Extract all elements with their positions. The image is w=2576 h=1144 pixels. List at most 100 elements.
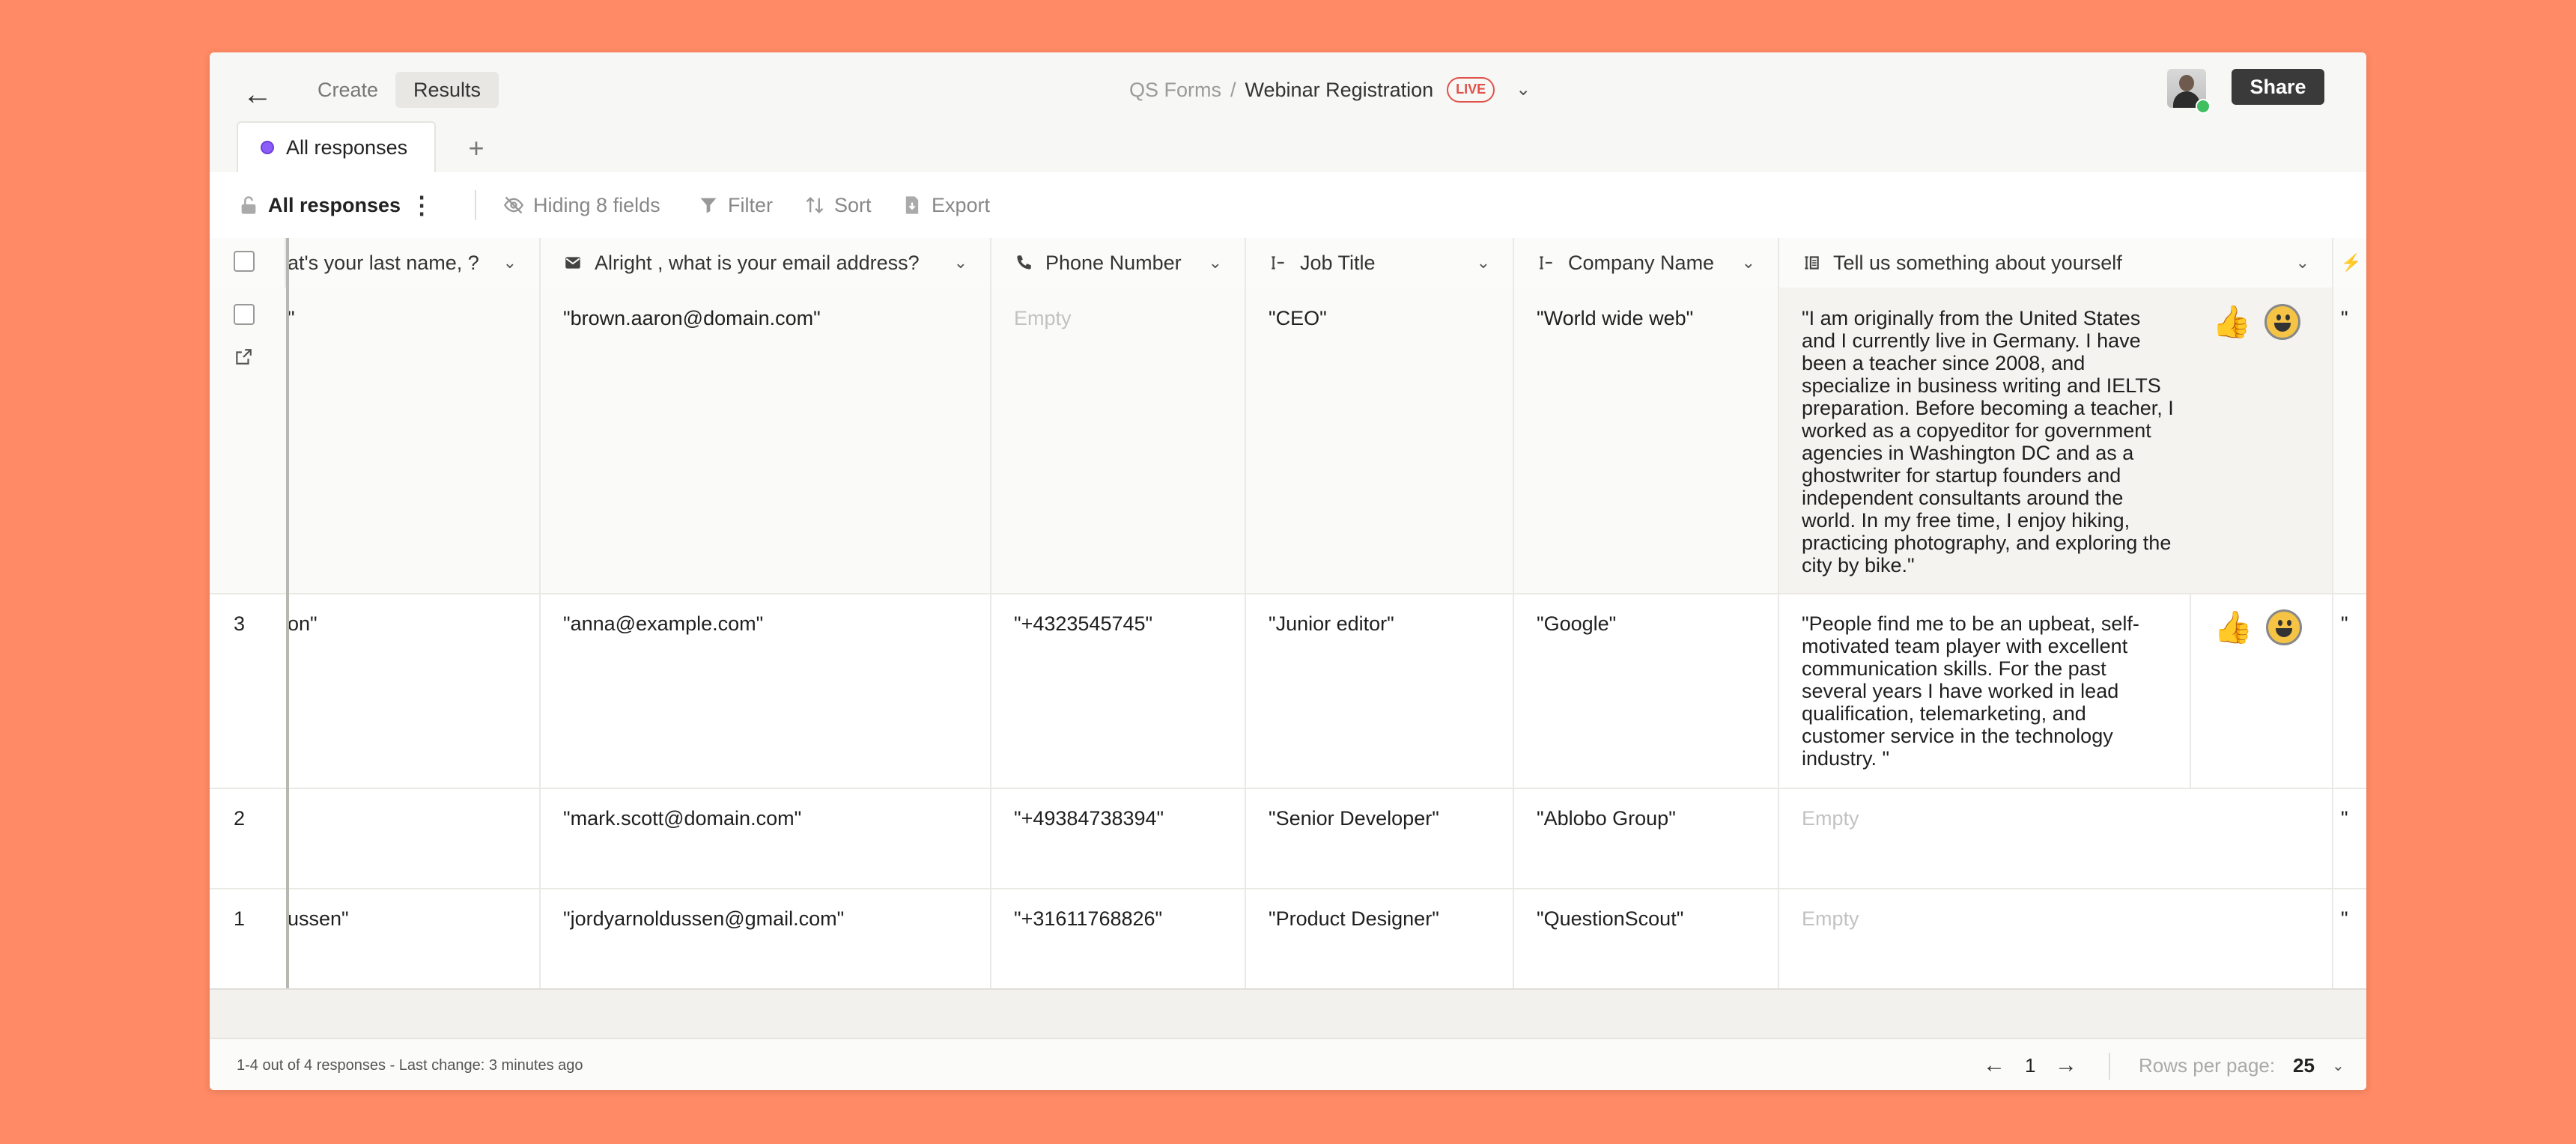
cell-last-name[interactable] <box>286 788 541 888</box>
phone-icon <box>1017 255 1031 270</box>
table-row[interactable]: " "brown.aaron@domain.com" Empty "CEO" "… <box>210 287 2366 594</box>
share-button[interactable]: Share <box>2232 69 2324 105</box>
hide-fields-button[interactable]: Hiding 8 fields <box>503 172 660 238</box>
cell-email[interactable]: "anna@example.com" <box>541 593 991 788</box>
select-all-cell <box>210 238 286 287</box>
cell-company[interactable]: "Google" <box>1514 593 1779 788</box>
thumbs-up-icon[interactable]: 👍 <box>2214 609 2253 645</box>
column-header-company[interactable]: Company Name ⌄ <box>1514 238 1779 287</box>
column-header-label: Company Name <box>1568 251 1715 274</box>
view-menu[interactable]: All responses ⋮ <box>238 172 434 238</box>
column-header-label: Job Title <box>1300 251 1376 274</box>
cell-phone[interactable]: "+31611768826" <box>991 888 1246 988</box>
chevron-down-icon[interactable]: ⌄ <box>1477 253 1490 273</box>
chevron-down-icon[interactable]: ⌄ <box>2332 1039 2345 1090</box>
cell-email[interactable]: "brown.aaron@domain.com" <box>541 287 991 593</box>
chevron-down-icon[interactable]: ⌄ <box>1742 253 1755 273</box>
table-row[interactable]: 1 ussen" "jordyarnoldussen@gmail.com" "+… <box>210 888 2366 990</box>
reaction-cell: 👍 <box>2190 287 2333 593</box>
column-header-phone[interactable]: Phone Number ⌄ <box>991 238 1246 287</box>
add-view-button[interactable]: + <box>458 130 494 166</box>
back-arrow-icon[interactable]: ← <box>235 72 280 117</box>
export-button[interactable]: Export <box>902 172 990 238</box>
sort-label: Sort <box>834 193 872 216</box>
column-header-last-name[interactable]: at's your last name, ? ⌄ <box>286 238 541 287</box>
cell-job-title[interactable]: "Senior Developer" <box>1246 788 1514 888</box>
next-page-arrow-icon[interactable]: → <box>2055 1039 2077 1090</box>
column-header-label: Alright , what is your email address? <box>595 251 920 274</box>
row-checkbox[interactable] <box>234 304 255 325</box>
cell-next[interactable]: " <box>2333 287 2366 593</box>
tab-results[interactable]: Results <box>395 72 499 108</box>
short-text-icon <box>1540 256 1552 270</box>
chevron-down-icon[interactable]: ⌄ <box>1209 253 1222 273</box>
tab-create[interactable]: Create <box>300 72 396 108</box>
live-status-badge: LIVE <box>1447 77 1495 103</box>
toolbar-divider <box>475 190 476 220</box>
cell-about[interactable]: "People find me to be an upbeat, self-mo… <box>1779 593 2190 788</box>
hiding-fields-label: Hiding 8 fields <box>533 193 660 216</box>
filter-label: Filter <box>728 193 773 216</box>
cell-company[interactable]: "Ablobo Group" <box>1514 788 1779 888</box>
cell-last-name[interactable]: ussen" <box>286 888 541 988</box>
external-link-icon[interactable] <box>234 347 253 367</box>
cell-company[interactable]: "World wide web" <box>1514 287 1779 593</box>
cell-last-name[interactable]: " <box>286 287 541 593</box>
sort-icon <box>806 197 824 213</box>
previous-page-arrow-icon[interactable]: ← <box>1983 1039 2005 1090</box>
cell-email[interactable]: "mark.scott@domain.com" <box>541 788 991 888</box>
column-header-label: Tell us something about yourself <box>1833 251 2122 274</box>
cell-about[interactable]: Empty <box>1779 888 2333 988</box>
form-title: Webinar Registration <box>1245 79 1434 101</box>
responses-table: at's your last name, ? ⌄ Alright , what … <box>210 238 2366 990</box>
cell-phone[interactable]: "+4323545745" <box>991 593 1246 788</box>
chevron-down-icon[interactable]: ⌄ <box>2296 253 2309 273</box>
table-row[interactable]: 2 "mark.scott@domain.com" "+49384738394"… <box>210 788 2366 889</box>
chevron-down-icon[interactable]: ⌄ <box>503 253 517 273</box>
export-file-icon <box>905 196 919 214</box>
cell-about[interactable]: "I am originally from the United States … <box>1779 287 2190 593</box>
column-header-label: Phone Number <box>1045 251 1182 274</box>
column-header-next[interactable]: ⚡ <box>2333 238 2366 287</box>
view-color-dot-icon <box>261 141 274 154</box>
cell-email[interactable]: "jordyarnoldussen@gmail.com" <box>541 888 991 988</box>
breadcrumb-root[interactable]: QS Forms <box>1129 72 1221 108</box>
select-all-checkbox[interactable] <box>234 251 255 272</box>
table-header-row: at's your last name, ? ⌄ Alright , what … <box>210 238 2366 289</box>
column-header-about[interactable]: Tell us something about yourself ⌄ <box>1779 238 2333 287</box>
cell-company[interactable]: "QuestionScout" <box>1514 888 1779 988</box>
column-header-job-title[interactable]: Job Title ⌄ <box>1246 238 1514 287</box>
row-number: 3 <box>234 612 246 635</box>
filter-button[interactable]: Filter <box>698 172 773 238</box>
thumbs-up-icon[interactable]: 👍 <box>2212 304 2251 340</box>
smile-emoji-icon[interactable] <box>2264 304 2300 340</box>
cell-phone[interactable]: "+49384738394" <box>991 788 1246 888</box>
app-window: ← Create Results QS Forms / Webinar Regi… <box>210 52 2366 1090</box>
rows-per-page-label: Rows per page: <box>2139 1054 2276 1077</box>
table-row[interactable]: 3 on" "anna@example.com" "+4323545745" "… <box>210 593 2366 789</box>
chevron-down-icon[interactable]: ⌄ <box>954 253 967 273</box>
kebab-menu-icon[interactable]: ⋮ <box>410 191 434 219</box>
smile-emoji-icon[interactable] <box>2266 609 2302 645</box>
cell-last-name[interactable]: on" <box>286 593 541 788</box>
chevron-down-icon[interactable]: ⌄ <box>1516 72 1531 108</box>
cell-next[interactable]: " <box>2333 788 2366 888</box>
reaction-cell: 👍 <box>2190 593 2333 788</box>
cell-job-title[interactable]: "Product Designer" <box>1246 888 1514 988</box>
cell-phone[interactable]: Empty <box>991 287 1246 593</box>
short-text-icon <box>1272 256 1284 270</box>
export-label: Export <box>932 193 991 216</box>
cell-job-title[interactable]: "CEO" <box>1246 287 1514 593</box>
frozen-column-divider[interactable] <box>286 238 289 990</box>
column-header-email[interactable]: Alright , what is your email address? ⌄ <box>541 238 991 287</box>
rows-per-page-select[interactable]: 25 <box>2293 1039 2315 1090</box>
sort-button[interactable]: Sort <box>804 172 872 238</box>
view-tab-all-responses[interactable]: All responses <box>237 121 436 172</box>
cell-next[interactable]: " <box>2333 888 2366 988</box>
cell-about[interactable]: Empty <box>1779 788 2333 888</box>
online-status-dot <box>2196 99 2211 114</box>
current-page-number: 1 <box>2025 1054 2036 1077</box>
cell-next[interactable]: " <box>2333 593 2366 788</box>
row-number: 1 <box>234 907 246 930</box>
cell-job-title[interactable]: "Junior editor" <box>1246 593 1514 788</box>
